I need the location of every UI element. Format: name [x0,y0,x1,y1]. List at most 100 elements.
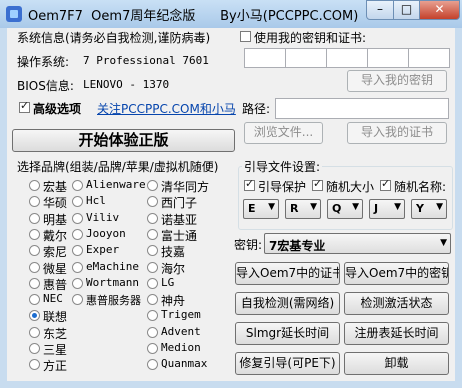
brand-label: 东芝 [43,326,68,341]
brand-label: Hcl [86,194,106,208]
brand-radio[interactable] [147,359,158,371]
import-oem7-cert-button[interactable]: 导入Oem7中的证书 [235,262,340,285]
self-check-button[interactable]: 自我检测(需网络) [235,292,340,315]
path-label: 路径: [242,102,271,116]
brand-radio[interactable] [147,196,158,208]
brand-radio[interactable] [29,359,40,371]
brand-label: Advent [161,324,201,338]
brand-radio[interactable] [29,277,40,289]
brand-radio[interactable] [72,212,83,224]
key-segment-1[interactable] [244,48,286,68]
drive-letter-select[interactable]: Q ▼ [327,199,363,219]
brand-radio[interactable] [147,277,158,289]
brand-radio[interactable] [147,212,158,224]
random-size-label: 随机大小 [326,180,375,194]
key-select[interactable]: 7宏基专业 ▼ [264,233,451,254]
import-own-key-button[interactable]: 导入我的密钥 [347,70,447,92]
close-button[interactable]: ✕ [419,0,460,20]
brand-radio[interactable] [29,326,40,338]
bios-value: LENOVO - 1370 [83,78,170,91]
brand-radio[interactable] [72,228,83,240]
brand-radio[interactable] [29,294,40,306]
brand-radio[interactable] [29,261,40,273]
brand-radio[interactable] [147,326,158,338]
key-segment-4[interactable] [367,48,409,68]
minimize-button[interactable]: – [366,0,394,20]
slmgr-extend-button[interactable]: Slmgr延长时间 [235,322,340,345]
import-oem7-key-button[interactable]: 导入Oem7中的密钥 [344,262,449,285]
brand-radio[interactable] [29,180,40,191]
brand-label: Jooyon [86,226,126,240]
app-icon [6,6,22,22]
key-select-value: 7宏基专业 [269,239,326,253]
brand-radio[interactable] [72,261,83,273]
brand-radio[interactable] [147,228,158,240]
brand-label: 宏基 [43,180,68,194]
drive-letter-value: E [248,202,256,215]
random-name-checkbox[interactable] [380,177,391,191]
drive-letter-value: Q [332,202,342,215]
drive-letter-select[interactable]: E ▼ [243,199,279,219]
random-size-checkbox[interactable] [312,177,323,191]
brand-radio[interactable] [29,212,40,224]
repair-boot-button[interactable]: 修复引导(可PE下) [235,352,340,375]
brand-label: 技嘉 [161,245,186,260]
drive-letter-select[interactable]: R ▼ [285,199,321,219]
sysinfo-heading: 系统信息(请务必自我检测,谨防病毒) [17,31,211,45]
path-input[interactable] [275,98,449,119]
drive-letter-select[interactable]: J ▼ [369,199,405,219]
brand-radio[interactable] [29,310,40,322]
brand-radio[interactable] [29,343,40,354]
boot-settings-group [238,166,453,230]
brand-label: NEC [43,292,63,306]
boot-protect-checkbox[interactable] [244,177,255,191]
key-segment-5[interactable] [408,48,450,68]
use-own-key-checkbox[interactable] [240,31,251,42]
drive-letter-select[interactable]: Y ▼ [411,199,447,219]
advanced-options-label: 高级选项 [33,102,82,116]
brand-radio[interactable] [147,180,158,191]
brand-radio[interactable] [72,196,83,208]
chevron-down-icon: ▼ [310,202,317,212]
brand-radio[interactable] [29,228,40,240]
brand-label: 三星 [43,343,68,357]
brand-radio[interactable] [147,261,158,273]
brand-radio[interactable] [147,294,158,306]
brand-label: 戴尔 [43,228,68,243]
window-title: Oem7F7 Oem7周年纪念版 By小马(PCCPPC.COM) [28,9,359,24]
browse-button[interactable]: 浏览文件... [244,122,323,144]
brand-label: 联想 [43,310,68,325]
brand-radio[interactable] [72,294,83,306]
uninstall-button[interactable]: 卸载 [344,352,449,375]
brand-radio[interactable] [72,180,83,191]
brand-label: 索尼 [43,245,68,260]
title-bar[interactable]: Oem7F7 Oem7周年纪念版 By小马(PCCPPC.COM) – □ ✕ [0,0,462,28]
start-experience-button[interactable]: 开始体验正版 [12,129,235,152]
brand-label: 诺基亚 [161,212,198,227]
import-own-cert-button[interactable]: 导入我的证书 [347,122,447,144]
maximize-button[interactable]: □ [393,0,420,20]
brand-radio[interactable] [29,245,40,257]
brand-radio[interactable] [147,245,158,257]
app-window: Oem7F7 Oem7周年纪念版 By小马(PCCPPC.COM) – □ ✕ … [0,0,462,388]
boot-settings-label: 引导文件设置: [242,158,323,175]
registry-extend-button[interactable]: 注册表延长时间 [344,322,449,345]
key-segment-3[interactable] [326,48,368,68]
brand-label: Quanmax [161,357,208,371]
brand-radio[interactable] [72,245,83,257]
brand-label: 惠普 [43,277,68,292]
check-activation-button[interactable]: 检测激活状态 [344,292,449,315]
brand-radio[interactable] [147,343,158,354]
brand-radio[interactable] [29,196,40,208]
brand-radio[interactable] [147,310,158,322]
advanced-options-checkbox[interactable] [19,99,30,113]
brand-radio[interactable] [72,277,83,289]
brand-label: 富士通 [161,228,198,243]
chevron-down-icon: ▼ [440,238,447,248]
brand-label: LG [161,275,175,289]
key-segment-2[interactable] [285,48,327,68]
brand-label: 明基 [43,212,68,227]
os-label: 操作系统: [17,55,70,69]
use-own-key-label: 使用我的密钥和证书: [254,31,367,45]
follow-link[interactable]: 关注PCCPPC.COM和小马 [97,100,236,117]
